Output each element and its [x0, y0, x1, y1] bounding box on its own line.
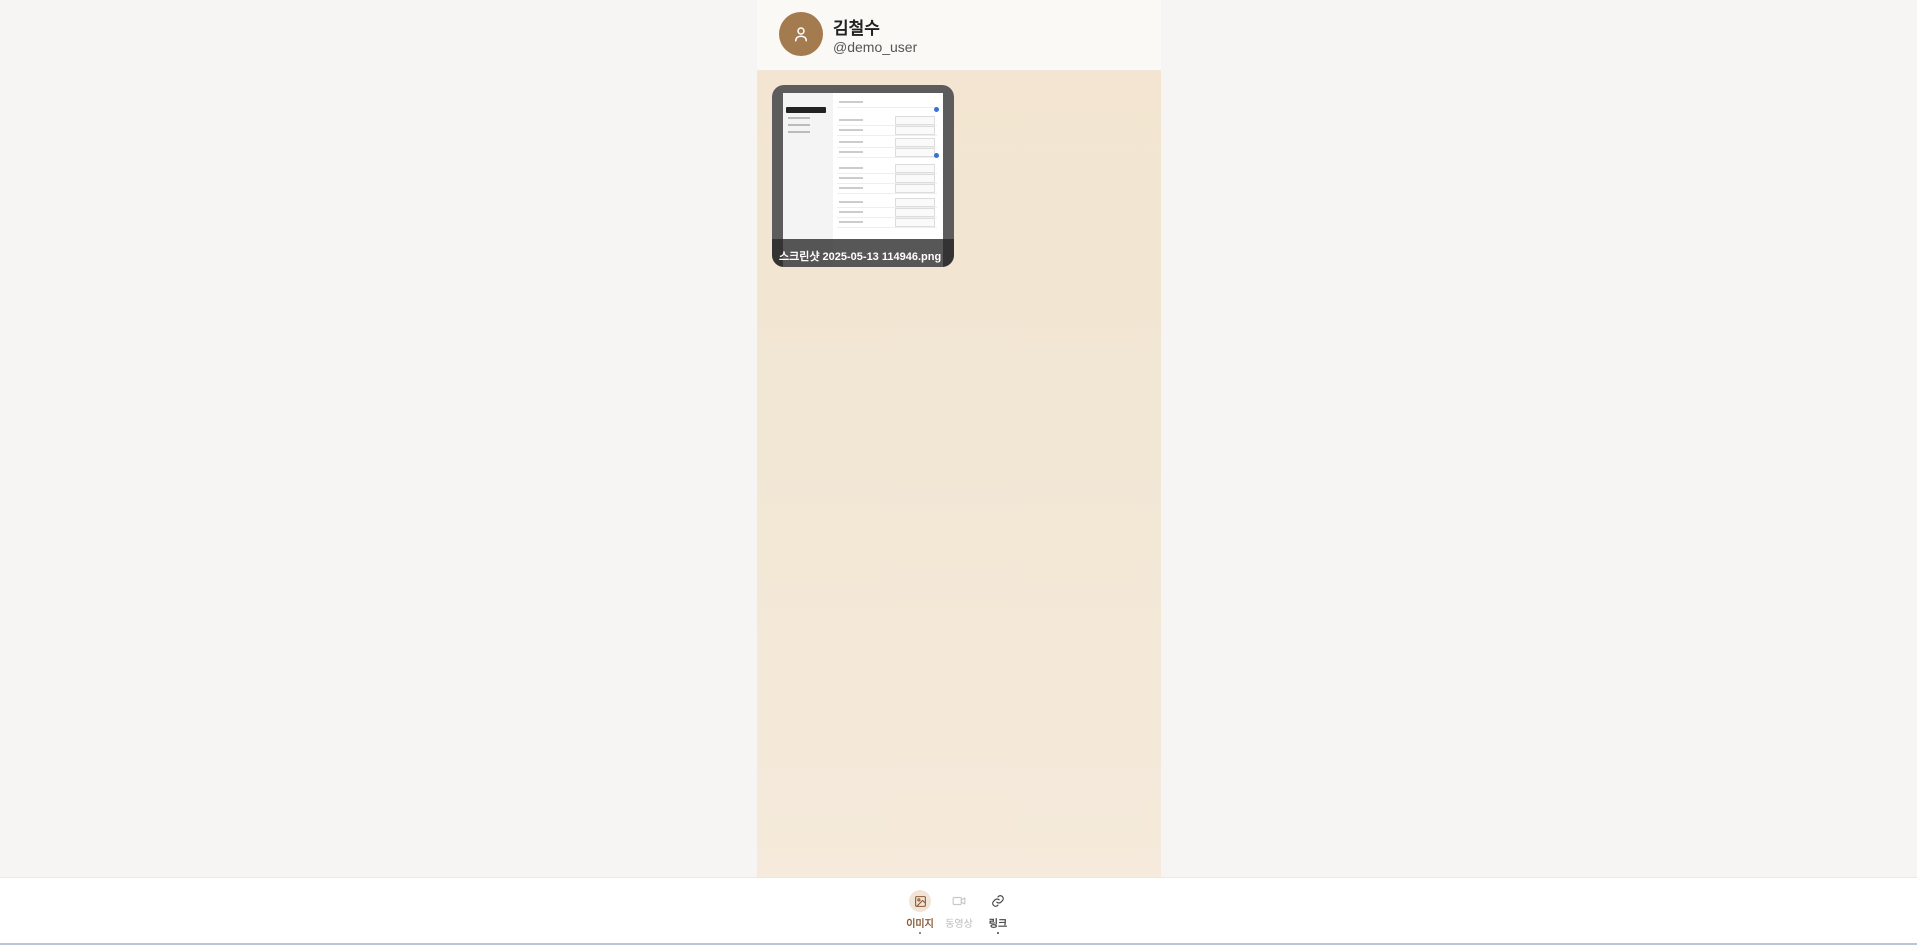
feed-column: 김철수 @demo_user 스크린샷 2025-05-13 114946.pn… — [757, 0, 1161, 877]
user-handle: @demo_user — [833, 39, 918, 55]
bottom-navigation: 이미지 동영상 링크 — [0, 877, 1917, 945]
avatar[interactable] — [779, 12, 823, 56]
user-name: 김철수 — [833, 19, 880, 38]
profile-header: 김철수 @demo_user — [757, 0, 1161, 71]
user-icon — [795, 27, 807, 42]
video-icon — [952, 896, 966, 906]
tab-image[interactable]: 이미지 — [900, 890, 940, 942]
image-icon — [914, 895, 926, 907]
image-caption: 스크린샷 2025-05-13 114946.png — [772, 239, 954, 267]
tab-video-label: 동영상 — [945, 919, 973, 930]
tab-video[interactable]: 동영상 — [939, 890, 979, 942]
link-icon — [992, 895, 1004, 907]
image-filename: 스크린샷 2025-05-13 114946.png — [779, 251, 942, 263]
tab-link[interactable]: 링크 — [978, 890, 1018, 942]
gallery-image-card[interactable]: 스크린샷 2025-05-13 114946.png — [772, 85, 954, 267]
tab-link-label: 링크 — [988, 919, 1008, 930]
tab-image-label: 이미지 — [906, 919, 934, 930]
